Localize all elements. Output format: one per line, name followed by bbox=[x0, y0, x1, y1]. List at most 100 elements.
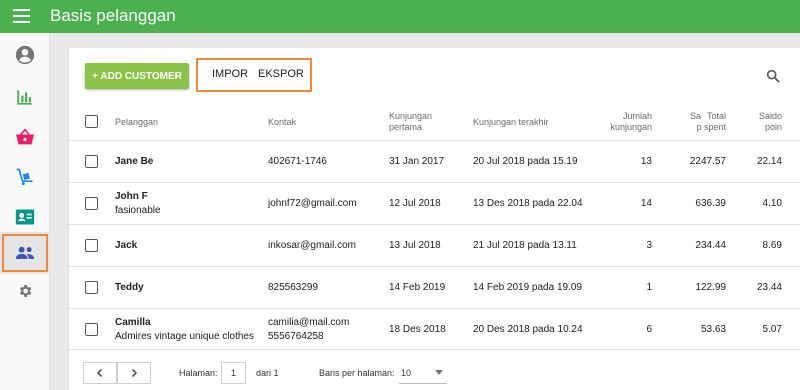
customer-contact: camilia@mail.com bbox=[268, 317, 350, 328]
table-row[interactable]: Camilla Admires vintage unique clothes c… bbox=[69, 309, 800, 350]
col-visits-line1: Jumlah bbox=[622, 111, 652, 121]
customer-table-card: + ADD CUSTOMER IMPOR EKSPOR Pelanggan Ko… bbox=[69, 48, 800, 390]
account-circle-icon bbox=[15, 45, 35, 65]
bar-chart-icon bbox=[17, 90, 32, 105]
sidebar-item-settings[interactable] bbox=[0, 271, 50, 311]
customer-contact: 825563299 bbox=[268, 282, 319, 293]
sidebar-item-employees[interactable] bbox=[0, 197, 50, 237]
col-points-line1: Saldo bbox=[758, 111, 782, 121]
people-icon bbox=[15, 246, 35, 259]
col-contact[interactable]: Kontak bbox=[268, 117, 296, 128]
row-checkbox[interactable] bbox=[85, 281, 98, 294]
last-visit: 14 Feb 2019 pada 19.09 bbox=[473, 282, 582, 293]
customer-contact-phone: 5556764258 bbox=[268, 331, 324, 342]
visit-count: 6 bbox=[646, 324, 652, 335]
table-row[interactable]: Teddy 825563299 14 Feb 2019 14 Feb 2019 … bbox=[69, 267, 800, 309]
import-export-highlight: IMPOR EKSPOR bbox=[196, 58, 312, 92]
col-visits-line2: kunjungan bbox=[610, 122, 652, 132]
points-balance: 8.69 bbox=[762, 240, 782, 251]
table-row[interactable]: Jane Be 402671-1746 31 Jan 2017 20 Jul 2… bbox=[69, 141, 800, 183]
row-checkbox[interactable] bbox=[85, 239, 98, 252]
dropdown-arrow-icon bbox=[435, 370, 443, 375]
sidebar-item-account[interactable] bbox=[0, 35, 50, 75]
sidebar-item-items[interactable] bbox=[0, 157, 50, 197]
total-spent: 234.44 bbox=[695, 240, 726, 251]
visit-count: 14 bbox=[640, 198, 652, 209]
table-row[interactable]: Jack inkosar@gmail.com 13 Jul 2018 21 Ju… bbox=[69, 225, 800, 267]
col-points-balance[interactable]: Saldo poin bbox=[739, 111, 782, 133]
rows-per-page-select[interactable]: 10 bbox=[399, 362, 447, 384]
first-visit: 13 Jul 2018 bbox=[389, 240, 441, 251]
row-checkbox[interactable] bbox=[85, 197, 98, 210]
col-first-visit[interactable]: Kunjungan pertama bbox=[389, 111, 432, 133]
points-balance: 5.07 bbox=[762, 324, 782, 335]
customer-note: fasionable bbox=[115, 205, 161, 216]
gear-icon bbox=[19, 285, 32, 297]
app-bar: Basis pelanggan bbox=[0, 0, 800, 33]
inventory-icon bbox=[16, 168, 33, 186]
customer-name: Teddy bbox=[115, 282, 144, 293]
page-total: dari 1 bbox=[256, 368, 279, 378]
row-checkbox[interactable] bbox=[85, 155, 98, 168]
menu-icon[interactable] bbox=[13, 9, 30, 23]
table-row[interactable]: John F fasionable johnf72@gmail.com 12 J… bbox=[69, 183, 800, 225]
total-spent: 122.99 bbox=[695, 282, 726, 293]
col-points-line2: poin bbox=[764, 122, 782, 132]
total-spent: 2247.57 bbox=[689, 156, 726, 167]
last-visit: 13 Des 2018 pada 22.04 bbox=[473, 198, 583, 209]
col-first-visit-line2: pertama bbox=[389, 122, 423, 132]
col-spent-line2: p spent bbox=[696, 122, 726, 132]
visit-count: 1 bbox=[646, 282, 652, 293]
search-icon[interactable] bbox=[765, 68, 781, 84]
first-visit: 31 Jan 2017 bbox=[389, 156, 445, 167]
total-spent: 636.39 bbox=[695, 198, 726, 209]
import-button[interactable]: IMPOR bbox=[212, 68, 248, 80]
visit-count: 3 bbox=[646, 240, 652, 251]
points-balance: 4.10 bbox=[762, 198, 782, 209]
points-balance: 23.44 bbox=[756, 282, 782, 293]
col-total-spent[interactable]: Total p spent bbox=[679, 111, 726, 133]
points-balance: 22.14 bbox=[756, 156, 782, 167]
sidebar-item-sales[interactable] bbox=[0, 117, 50, 157]
next-page-button[interactable] bbox=[117, 362, 151, 384]
first-visit: 12 Jul 2018 bbox=[389, 198, 441, 209]
customer-contact: 402671-1746 bbox=[268, 156, 327, 167]
visit-count: 13 bbox=[640, 156, 652, 167]
customer-name: John F bbox=[115, 191, 148, 202]
rows-per-page-value: 10 bbox=[401, 368, 412, 378]
chevron-left-icon bbox=[96, 368, 103, 378]
first-visit: 18 Des 2018 bbox=[389, 324, 446, 335]
row-checkbox[interactable] bbox=[85, 323, 98, 336]
add-customer-button[interactable]: + ADD CUSTOMER bbox=[85, 63, 189, 89]
customer-name: Camilla bbox=[115, 317, 151, 328]
last-visit: 21 Jul 2018 pada 13.11 bbox=[473, 240, 577, 251]
page-input[interactable]: 1 bbox=[221, 362, 246, 384]
chevron-right-icon bbox=[131, 368, 138, 378]
total-spent: 53.63 bbox=[700, 324, 726, 335]
customer-name: Jack bbox=[115, 240, 138, 251]
first-visit: 14 Feb 2019 bbox=[389, 282, 446, 293]
sidebar-item-reports[interactable] bbox=[0, 77, 50, 117]
customer-contact: johnf72@gmail.com bbox=[268, 198, 357, 209]
export-button[interactable]: EKSPOR bbox=[258, 68, 304, 80]
page-title: Basis pelanggan bbox=[50, 6, 176, 25]
customer-name: Jane Be bbox=[115, 156, 154, 167]
col-visits[interactable]: Jumlah kunjungan bbox=[589, 111, 652, 133]
pagination: Halaman: 1 dari 1 Baris per halaman: 10 bbox=[69, 348, 800, 390]
employee-card-icon bbox=[15, 209, 35, 225]
col-spent-line1: Total bbox=[706, 111, 726, 121]
last-visit: 20 Des 2018 pada 10.24 bbox=[473, 324, 583, 335]
col-last-visit[interactable]: Kunjungan terakhir bbox=[473, 117, 549, 128]
page-label: Halaman: bbox=[179, 368, 218, 378]
customer-contact: inkosar@gmail.com bbox=[268, 240, 356, 251]
prev-page-button[interactable] bbox=[83, 362, 117, 384]
customer-note: Admires vintage unique clothes bbox=[115, 331, 254, 342]
sidebar-item-customers[interactable] bbox=[0, 232, 50, 274]
select-all-checkbox[interactable] bbox=[85, 115, 98, 128]
basket-icon bbox=[16, 128, 34, 145]
col-first-visit-line1: Kunjungan bbox=[389, 111, 433, 121]
col-customer[interactable]: Pelanggan bbox=[115, 117, 158, 128]
rows-per-page-label: Baris per halaman: bbox=[319, 368, 395, 378]
sidebar bbox=[0, 33, 50, 390]
last-visit: 20 Jul 2018 pada 15.19 bbox=[473, 156, 578, 167]
